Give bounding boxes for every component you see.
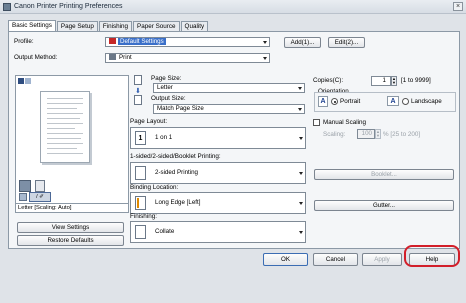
copies-label: Copies(C): <box>313 77 344 84</box>
scaling-value: 100 <box>361 130 372 137</box>
finishing-label: Finishing: <box>130 213 157 220</box>
page-layout-icon: 1 <box>135 131 146 145</box>
binding-edge-mark <box>137 198 139 208</box>
collate-icon <box>135 225 146 239</box>
tab-paper-source[interactable]: Paper Source <box>133 21 180 31</box>
printer-icon <box>19 180 31 192</box>
manual-scaling-checkbox[interactable] <box>313 119 320 126</box>
page-size-label: Page Size: <box>151 75 182 82</box>
portrait-label: Portrait <box>340 98 361 105</box>
copies-range: [1 to 9999] <box>401 77 431 84</box>
page-size-select[interactable]: Letter <box>153 83 305 93</box>
window-title: Canon Printer Printing Preferences <box>14 3 123 10</box>
output-size-label: Output Size: <box>151 95 186 102</box>
chevron-down-icon <box>299 172 303 175</box>
landscape-radio[interactable] <box>402 98 409 105</box>
duplex-print-icon <box>135 166 146 180</box>
manual-scaling-label: Manual Scaling <box>323 119 367 126</box>
binding-location-value: Long Edge [Left] <box>155 199 201 206</box>
page-layout-value: 1 on 1 <box>155 134 173 141</box>
tab-page-setup[interactable]: Page Setup <box>56 21 98 31</box>
print-icon <box>109 54 116 60</box>
preview-caption: Letter [Scaling: Auto] <box>15 204 129 213</box>
chevron-down-icon <box>263 41 267 44</box>
duplex-icon: / ✐ <box>29 192 51 202</box>
copies-input[interactable]: 1 <box>371 76 391 86</box>
finishing-value: Collate <box>155 228 175 235</box>
portrait-radio[interactable] <box>331 98 338 105</box>
landscape-icon: A <box>387 96 399 106</box>
page-size-icon <box>134 75 142 85</box>
copies-stepper[interactable]: ▲ ▼ <box>391 76 397 86</box>
finishing-select[interactable]: Collate <box>130 221 306 243</box>
booklet-button[interactable]: Booklet... <box>314 169 454 180</box>
scaling-range: % [25 to 200] <box>383 131 421 138</box>
close-icon[interactable]: × <box>453 2 463 11</box>
tab-quality[interactable]: Quality <box>180 21 209 31</box>
tab-finishing[interactable]: Finishing <box>98 21 133 31</box>
scaling-input[interactable]: 100 <box>357 129 375 139</box>
gutter-button[interactable]: Gutter... <box>314 200 454 211</box>
document-icon <box>35 180 45 192</box>
profile-label: Profile: <box>14 38 34 45</box>
page-size-value: Letter <box>157 84 173 91</box>
copies-value: 1 <box>382 77 386 84</box>
restore-defaults-button[interactable]: Restore Defaults <box>17 235 124 246</box>
layout-icon <box>19 193 27 201</box>
binding-location-select[interactable]: Long Edge [Left] <box>130 192 306 214</box>
help-highlight-ring <box>404 245 460 267</box>
preview-mode-icon[interactable] <box>25 78 31 84</box>
profile-select[interactable]: Default Settings <box>105 37 270 47</box>
chevron-down-icon <box>298 108 302 111</box>
apply-button[interactable]: Apply <box>362 253 402 266</box>
output-method-select[interactable]: Print <box>105 53 270 63</box>
ok-button[interactable]: OK <box>263 253 308 266</box>
output-size-value: Match Page Size <box>157 105 204 112</box>
add-profile-button[interactable]: Add(1)... <box>284 37 321 48</box>
title-bar: Canon Printer Printing Preferences × <box>0 0 466 14</box>
page-layout-select[interactable]: 1 1 on 1 <box>130 127 306 149</box>
landscape-label: Landscape <box>411 98 442 105</box>
profile-icon <box>109 38 116 44</box>
chevron-down-icon <box>299 202 303 205</box>
page-preview-image <box>40 91 90 163</box>
tab-strip: Basic Settings Page Setup Finishing Pape… <box>8 20 209 31</box>
printer-app-icon <box>3 3 11 11</box>
preview-mode-icon[interactable] <box>18 78 24 84</box>
scaling-label: Scaling: <box>323 131 346 138</box>
tab-basic-settings[interactable]: Basic Settings <box>8 20 56 31</box>
chevron-down-icon <box>263 57 267 60</box>
page-layout-label: Page Layout: <box>130 118 168 125</box>
arrow-down-icon: ⬇ <box>135 88 141 95</box>
output-size-icon <box>134 95 142 105</box>
chevron-down-icon <box>298 87 302 90</box>
binding-location-label: Binding Location: <box>130 184 179 191</box>
output-method-value: Print <box>119 54 132 61</box>
duplex-value: 2-sided Printing <box>155 169 198 176</box>
chevron-down-icon <box>299 231 303 234</box>
cancel-button[interactable]: Cancel <box>313 253 358 266</box>
profile-value: Default Settings <box>118 38 166 45</box>
view-settings-button[interactable]: View Settings <box>17 222 124 233</box>
scaling-stepper[interactable]: ▲ ▼ <box>375 129 381 139</box>
output-size-select[interactable]: Match Page Size <box>153 104 305 114</box>
basic-settings-panel: Profile: Default Settings Add(1)... Edit… <box>8 31 460 249</box>
duplex-select[interactable]: 2-sided Printing <box>130 162 306 184</box>
edit-profile-button[interactable]: Edit(2)... <box>328 37 365 48</box>
chevron-down-icon <box>299 137 303 140</box>
duplex-label: 1-sided/2-sided/Booklet Printing: <box>130 153 221 160</box>
portrait-icon: A <box>318 96 328 107</box>
output-method-label: Output Method: <box>14 54 58 61</box>
